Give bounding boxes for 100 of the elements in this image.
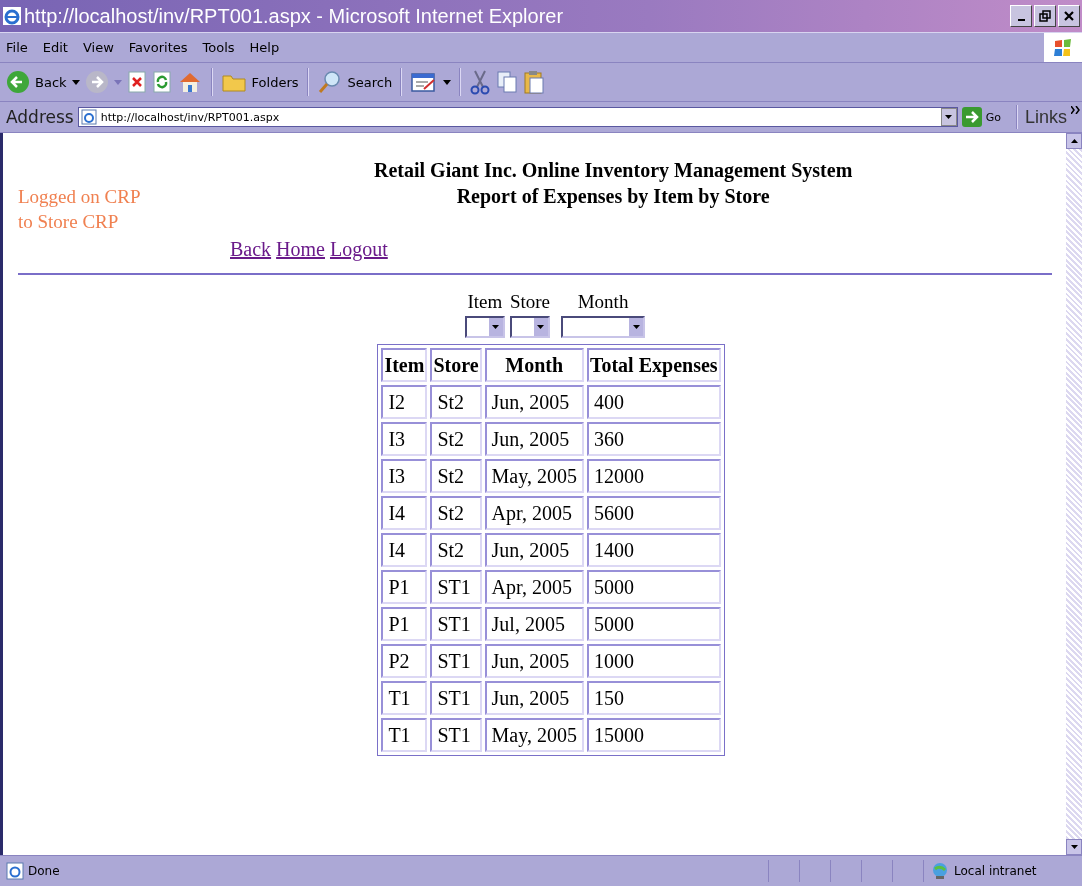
dropdown-button[interactable] <box>940 108 957 126</box>
clipboard-icon <box>523 69 546 95</box>
menu-item[interactable]: File <box>6 40 28 55</box>
scroll-down-button[interactable] <box>1066 839 1082 855</box>
table-cell: May, 2005 <box>484 459 584 493</box>
go-button[interactable]: Go <box>961 107 1001 127</box>
globe-icon <box>930 862 950 880</box>
table-cell: I3 <box>381 422 428 456</box>
nav-link[interactable]: Home <box>276 238 325 261</box>
stop-button[interactable] <box>126 70 147 94</box>
table-cell: I2 <box>381 385 428 419</box>
nav-link[interactable]: Logout <box>330 238 388 261</box>
select-field[interactable] <box>561 316 646 338</box>
back-button[interactable]: Back <box>6 70 67 94</box>
minimize-button[interactable] <box>1010 5 1032 27</box>
scrollbar[interactable] <box>1066 133 1082 855</box>
table-cell: Apr, 2005 <box>484 570 584 604</box>
login-status-text: to Store CRP <box>18 210 120 234</box>
table-cell: St2 <box>430 459 482 493</box>
menu-item[interactable]: Help <box>249 40 280 55</box>
table-cell: I4 <box>381 496 428 530</box>
cut-button[interactable] <box>469 69 492 95</box>
table-cell: Jun, 2005 <box>484 533 584 567</box>
table-cell: Jul, 2005 <box>484 607 584 641</box>
table-cell: ST1 <box>430 607 482 641</box>
table-cell: Apr, 2005 <box>484 496 584 530</box>
select-field[interactable] <box>510 316 550 338</box>
page-icon <box>6 862 24 880</box>
table-cell: P2 <box>381 644 428 678</box>
table-cell: Jun, 2005 <box>484 422 584 456</box>
browser-logo-icon <box>2 6 22 26</box>
close-button[interactable] <box>1058 5 1080 27</box>
table-cell: St2 <box>430 385 482 419</box>
table-cell: St2 <box>430 496 482 530</box>
dropdown-arrow-icon[interactable] <box>443 79 452 85</box>
copy-button[interactable] <box>496 70 519 94</box>
chevron-icon[interactable] <box>1071 106 1080 114</box>
search-button[interactable]: Search <box>316 70 393 94</box>
column-header: Month <box>484 348 584 382</box>
table-cell: 12000 <box>586 459 721 493</box>
refresh-button[interactable] <box>151 70 172 94</box>
table-cell: Jun, 2005 <box>484 644 584 678</box>
caret-icon <box>945 115 953 119</box>
caret-icon <box>632 325 640 329</box>
copy-icon <box>496 70 519 94</box>
address-label: Address <box>6 107 74 127</box>
table-cell: Jun, 2005 <box>484 681 584 715</box>
column-header: Item <box>381 348 428 382</box>
caret-icon <box>537 325 545 329</box>
folders-button[interactable]: Folders <box>220 71 299 93</box>
table-cell: I4 <box>381 533 428 567</box>
caret-icon <box>492 325 500 329</box>
restore-button[interactable] <box>1034 5 1056 27</box>
restore-icon <box>1038 9 1052 23</box>
page-subtitle: Report of Expenses by Item by Store <box>456 184 770 209</box>
page-title: Retail Giant Inc. Online Inventory Management System <box>374 158 853 183</box>
menu-item[interactable]: Edit <box>42 40 68 55</box>
menu-item[interactable]: Tools <box>202 40 235 55</box>
minimize-icon <box>1017 19 1025 21</box>
table-cell: May, 2005 <box>484 718 584 752</box>
links-button[interactable]: Links <box>1024 106 1067 128</box>
table-cell: 15000 <box>586 718 721 752</box>
scroll-up-button[interactable] <box>1066 133 1082 149</box>
table-cell: ST1 <box>430 570 482 604</box>
page-icon <box>80 109 97 125</box>
search-icon <box>316 70 343 94</box>
go-arrow-icon <box>961 107 982 127</box>
table-cell: Jun, 2005 <box>484 385 584 419</box>
filter-label: Month <box>577 291 629 313</box>
table-cell: St2 <box>430 533 482 567</box>
close-icon <box>1062 9 1076 23</box>
table-cell: 360 <box>586 422 721 456</box>
nav-link[interactable]: Back <box>230 238 272 261</box>
caret-icon <box>1070 845 1078 849</box>
stop-icon <box>126 70 147 94</box>
table-cell: I3 <box>381 459 428 493</box>
paste-button[interactable] <box>523 69 546 95</box>
table-cell: 1400 <box>586 533 721 567</box>
column-header: Store <box>430 348 482 382</box>
table-cell: P1 <box>381 570 428 604</box>
table-cell: 5600 <box>586 496 721 530</box>
table-cell: St2 <box>430 422 482 456</box>
dropdown-arrow-icon[interactable] <box>71 79 80 85</box>
filter-label: Store <box>509 291 551 313</box>
security-zone-text: Local intranet <box>954 864 1037 878</box>
menu-item[interactable]: View <box>82 40 114 55</box>
refresh-icon <box>151 70 172 94</box>
status-text: Done <box>28 864 60 878</box>
table-cell: P1 <box>381 607 428 641</box>
menu-item[interactable]: Favorites <box>128 40 188 55</box>
table-cell: ST1 <box>430 718 482 752</box>
select-field[interactable] <box>464 316 505 338</box>
table-cell: 5000 <box>586 570 721 604</box>
table-cell: 400 <box>586 385 721 419</box>
address-field[interactable]: http://localhost/inv/RPT001.aspx <box>77 107 958 127</box>
table-cell: T1 <box>381 681 428 715</box>
table-cell: ST1 <box>430 681 482 715</box>
table-cell: T1 <box>381 718 428 752</box>
windows-logo-icon <box>1044 33 1082 62</box>
scissors-icon <box>469 69 492 95</box>
